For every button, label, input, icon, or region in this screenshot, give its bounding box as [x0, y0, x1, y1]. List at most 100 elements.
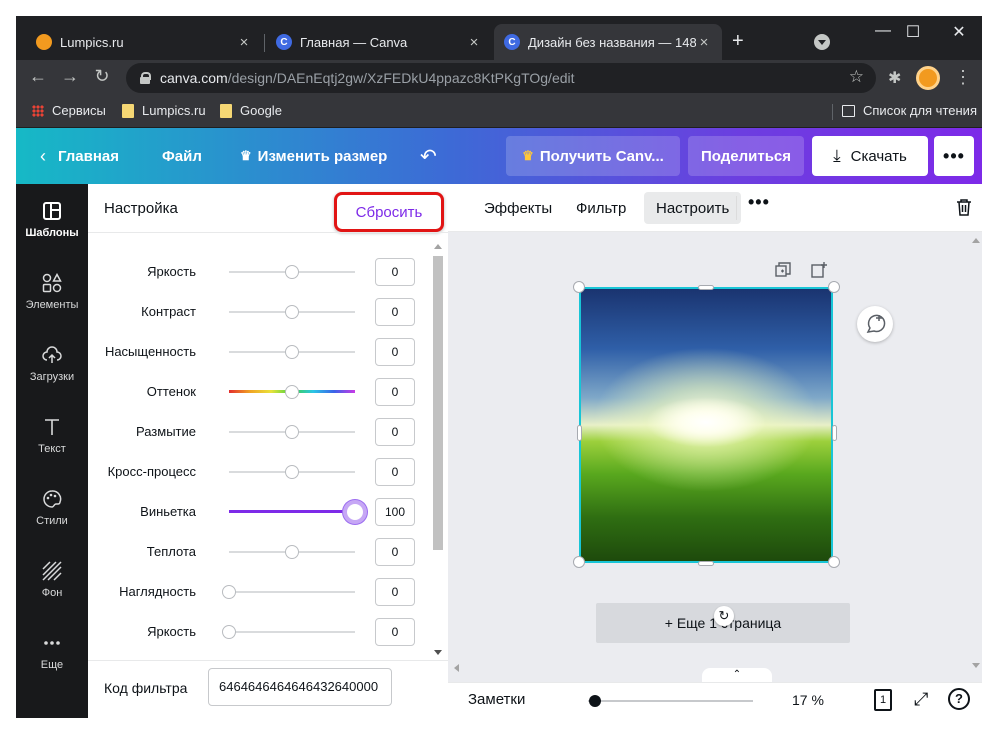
sidebar-item-templates[interactable]: Шаблоны [16, 184, 88, 256]
adjustment-value-input[interactable]: 0 [375, 458, 415, 486]
tab-close-icon[interactable]: × [696, 34, 712, 51]
slider-track[interactable] [229, 631, 355, 633]
bookmark-google[interactable]: Google [220, 103, 282, 118]
file-menu[interactable]: Файл [162, 128, 202, 184]
extensions-puzzle-icon[interactable]: ✱ [888, 68, 901, 88]
resize-handle[interactable] [573, 556, 585, 568]
help-icon[interactable]: ? [948, 688, 970, 710]
resize-handle[interactable] [828, 556, 840, 568]
slider-track[interactable] [229, 591, 355, 593]
bookmark-lumpics[interactable]: Lumpics.ru [122, 103, 206, 118]
new-tab-button[interactable]: + [732, 30, 744, 53]
adjustment-value-input[interactable]: 0 [375, 258, 415, 286]
scroll-up-icon[interactable] [434, 244, 442, 249]
adjustment-value-input[interactable]: 0 [375, 538, 415, 566]
slider-knob[interactable] [285, 545, 299, 559]
minimize-button[interactable]: — [868, 22, 898, 40]
design-image[interactable] [579, 287, 833, 563]
scroll-up-icon[interactable] [972, 238, 980, 243]
slider-track[interactable] [229, 510, 355, 513]
adjustment-value-input[interactable]: 100 [375, 498, 415, 526]
canvas-scrollbar[interactable] [970, 232, 982, 682]
sidebar-item-uploads[interactable]: Загрузки [16, 328, 88, 400]
trash-icon[interactable] [956, 198, 972, 216]
effects-button[interactable]: Эффекты [472, 192, 564, 224]
panel-scrollbar[interactable] [432, 244, 444, 656]
tab-lumpics[interactable]: Lumpics.ru × [26, 24, 262, 60]
sidebar-item-background[interactable]: Фон [16, 544, 88, 616]
scrollbar-thumb[interactable] [433, 256, 443, 550]
bookmark-star-icon[interactable]: ☆ [849, 67, 864, 87]
profile-avatar[interactable] [916, 66, 940, 90]
slider-knob[interactable] [285, 385, 299, 399]
page-count-icon[interactable]: 1 [874, 689, 892, 711]
zoom-slider-knob[interactable] [588, 695, 601, 707]
tab-canva-home[interactable]: C Главная — Canva × [266, 24, 492, 60]
maximize-button[interactable]: ☐ [898, 22, 928, 42]
resize-handle[interactable] [832, 425, 837, 441]
download-button[interactable]: ⤓ Скачать [812, 136, 928, 176]
more-options-icon[interactable]: ••• [748, 192, 770, 213]
resize-button[interactable]: ♛ Изменить размер [240, 128, 387, 184]
canva-favicon-icon: C [276, 34, 292, 50]
elements-icon [42, 273, 62, 293]
adjustment-value-input[interactable]: 0 [375, 298, 415, 326]
tab-close-icon[interactable]: × [466, 34, 482, 51]
address-bar[interactable]: canva.com/design/DAEnEqtj2gw/XzFEDkU4ppa… [126, 63, 876, 93]
tab-search-icon[interactable] [814, 34, 830, 50]
adjustment-value-input[interactable]: 0 [375, 378, 415, 406]
back-arrow-icon[interactable]: ← [26, 66, 50, 87]
tab-close-icon[interactable]: × [236, 34, 252, 51]
adjustment-label: Контраст [141, 304, 196, 319]
slider-knob[interactable] [285, 305, 299, 319]
bookmark-services[interactable]: Сервисы [32, 103, 106, 118]
filter-button[interactable]: Фильтр [564, 192, 638, 224]
reading-list[interactable]: Список для чтения [842, 103, 977, 118]
home-link[interactable]: ‹ Главная [40, 128, 119, 184]
adjustment-value-input[interactable]: 0 [375, 418, 415, 446]
more-options-icon[interactable]: ••• [934, 136, 974, 176]
fullscreen-icon[interactable]: ⤢ [914, 689, 928, 710]
undo-icon[interactable]: ↶ [420, 128, 437, 184]
reset-button[interactable]: Сбросить [334, 192, 444, 232]
slider-knob[interactable] [343, 500, 367, 524]
slider-knob[interactable] [285, 265, 299, 279]
scroll-left-icon[interactable] [454, 664, 459, 672]
resize-handle[interactable] [573, 281, 585, 293]
slider-knob[interactable] [222, 585, 236, 599]
adjustment-value-input[interactable]: 0 [375, 618, 415, 646]
close-window-button[interactable]: ✕ [944, 22, 974, 42]
resize-handle[interactable] [698, 561, 714, 566]
zoom-slider-track[interactable] [588, 700, 753, 702]
reload-icon[interactable]: ↻ [90, 66, 114, 87]
scroll-down-icon[interactable] [972, 663, 980, 668]
sidebar-item-more[interactable]: Еще [16, 616, 88, 688]
tab-canva-design[interactable]: C Дизайн без названия — 1481 × × [494, 24, 722, 60]
slider-knob[interactable] [285, 345, 299, 359]
scroll-down-icon[interactable] [434, 650, 442, 655]
forward-arrow-icon[interactable]: → [58, 66, 82, 87]
adjustment-value-input[interactable]: 0 [375, 338, 415, 366]
slider-knob[interactable] [285, 425, 299, 439]
zoom-value[interactable]: 17 % [792, 692, 824, 708]
notes-button[interactable]: Заметки [468, 691, 525, 708]
slider-knob[interactable] [285, 465, 299, 479]
sidebar-item-styles[interactable]: Стили [16, 472, 88, 544]
upgrade-button[interactable]: ♛ Получить Canv... [506, 136, 680, 176]
add-comment-button[interactable] [857, 306, 893, 342]
rotate-icon[interactable]: ↻ [714, 606, 734, 626]
resize-handle[interactable] [698, 285, 714, 290]
chrome-menu-icon[interactable]: ⋮ [954, 67, 972, 88]
filter-code-input[interactable]: 6464646464646432640000 [208, 668, 392, 706]
adjustment-value-input[interactable]: 0 [375, 578, 415, 606]
sidebar-item-elements[interactable]: Элементы [16, 256, 88, 328]
slider-knob[interactable] [222, 625, 236, 639]
sidebar-item-text[interactable]: Текст [16, 400, 88, 472]
chevron-up-icon[interactable]: ⌃ [702, 668, 772, 682]
adjust-button[interactable]: Настроить [644, 192, 742, 224]
resize-handle[interactable] [828, 281, 840, 293]
add-page-icon[interactable] [810, 262, 827, 278]
duplicate-page-icon[interactable] [775, 262, 791, 278]
resize-handle[interactable] [577, 425, 582, 441]
share-button[interactable]: Поделиться [688, 136, 804, 176]
